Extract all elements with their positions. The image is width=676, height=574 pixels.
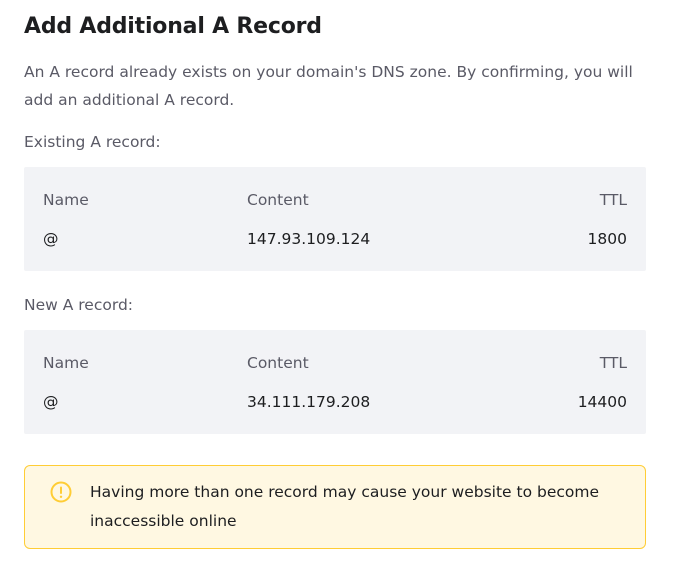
new-record-header-row: Name Content TTL <box>43 353 627 373</box>
existing-content-value: 147.93.109.124 <box>247 230 371 248</box>
new-content-header: Content <box>247 354 309 372</box>
existing-record-label: Existing A record: <box>24 133 161 151</box>
new-record-table: Name Content TTL @ 34.111.179.208 14400 <box>24 330 646 434</box>
existing-ttl-value: 1800 <box>587 230 627 248</box>
new-record-row: @ 34.111.179.208 14400 <box>43 392 627 412</box>
dialog-description: An A record already exists on your domai… <box>24 63 633 109</box>
new-record-label: New A record: <box>24 296 133 314</box>
warning-alert: Having more than one record may cause yo… <box>24 465 646 549</box>
exclamation-circle-icon <box>50 481 72 503</box>
new-ttl-value: 14400 <box>577 393 627 411</box>
existing-record-row: @ 147.93.109.124 1800 <box>43 229 627 249</box>
new-ttl-header: TTL <box>599 354 627 372</box>
existing-name-value: @ <box>43 230 59 248</box>
existing-name-header: Name <box>43 191 89 209</box>
new-content-value: 34.111.179.208 <box>247 393 371 411</box>
add-a-record-dialog: Add Additional A Record An A record alre… <box>0 0 676 574</box>
existing-record-table: Name Content TTL @ 147.93.109.124 1800 <box>24 167 646 271</box>
new-name-value: @ <box>43 393 59 411</box>
existing-ttl-header: TTL <box>599 191 627 209</box>
existing-record-header-row: Name Content TTL <box>43 190 627 210</box>
warning-message: Having more than one record may cause yo… <box>90 483 599 530</box>
dialog-title: Add Additional A Record <box>24 14 322 39</box>
new-name-header: Name <box>43 354 89 372</box>
existing-content-header: Content <box>247 191 309 209</box>
